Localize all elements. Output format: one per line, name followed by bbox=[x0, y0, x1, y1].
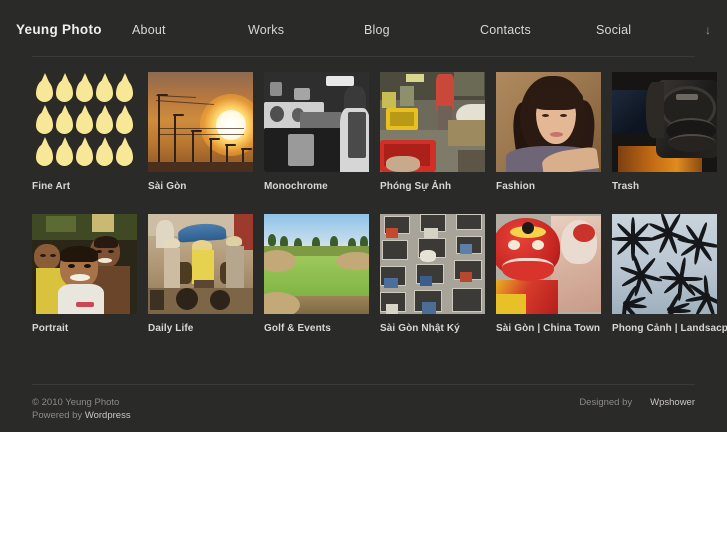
wpshower-link[interactable]: Wpshower bbox=[650, 397, 695, 408]
thumbnail-monochrome[interactable] bbox=[264, 72, 369, 172]
thumbnail-golf-events[interactable] bbox=[264, 214, 369, 314]
nav-item-blog[interactable]: Blog bbox=[364, 22, 390, 38]
site-brand[interactable]: Yeung Photo bbox=[16, 22, 102, 38]
gallery-item-phong-su-anh[interactable]: Phóng Sự Ảnh bbox=[380, 72, 485, 193]
thumbnail-trash[interactable] bbox=[612, 72, 717, 172]
gallery-caption[interactable]: Golf & Events bbox=[264, 323, 369, 335]
gallery-caption[interactable]: Fine Art bbox=[32, 181, 137, 193]
gallery-caption[interactable]: Sài Gòn | China Town bbox=[496, 323, 601, 335]
gallery-caption[interactable]: Sài Gòn bbox=[148, 181, 253, 193]
gallery-caption[interactable]: Sài Gòn Nhật Ký bbox=[380, 323, 485, 335]
gallery-row: Portrait Daily Life Golf & Events Sài Gò… bbox=[32, 214, 727, 356]
thumbnail-fine-art[interactable] bbox=[32, 72, 137, 172]
powered-by-label: Powered by bbox=[32, 410, 85, 421]
gallery-item-daily-life[interactable]: Daily Life bbox=[148, 214, 253, 335]
gallery-caption[interactable]: Fashion bbox=[496, 181, 601, 193]
gallery-caption[interactable]: Monochrome bbox=[264, 181, 369, 193]
thumbnail-sai-gon[interactable] bbox=[148, 72, 253, 172]
thumbnail-sai-gon-nhat-ky[interactable] bbox=[380, 214, 485, 314]
nav-item-social[interactable]: Social bbox=[596, 22, 631, 38]
gallery-caption[interactable]: Daily Life bbox=[148, 323, 253, 335]
footer-divider bbox=[32, 384, 695, 385]
gallery-item-fashion[interactable]: Fashion bbox=[496, 72, 601, 193]
designed-by-label: Designed by bbox=[579, 397, 633, 408]
nav-item-works[interactable]: Works bbox=[248, 22, 284, 38]
copyright-text: © 2010 Yeung Photo bbox=[32, 397, 120, 408]
gallery-caption[interactable]: Phóng Sự Ảnh bbox=[380, 181, 485, 193]
gallery-caption[interactable]: Portrait bbox=[32, 323, 137, 335]
wordpress-link[interactable]: Wordpress bbox=[85, 410, 131, 421]
powered-by-text: Powered by Wordpress bbox=[32, 409, 131, 422]
thumbnail-daily-life[interactable] bbox=[148, 214, 253, 314]
nav-item-about[interactable]: About bbox=[132, 22, 166, 38]
gallery-item-sai-gon[interactable]: Sài Gòn bbox=[148, 72, 253, 193]
gallery-item-trash[interactable]: Trash bbox=[612, 72, 717, 193]
thumbnail-china-town[interactable] bbox=[496, 214, 601, 314]
thumbnail-fashion[interactable] bbox=[496, 72, 601, 172]
page-background: Yeung Photo About Works Blog Contacts So… bbox=[0, 0, 727, 432]
gallery-item-fine-art[interactable]: Fine Art bbox=[32, 72, 137, 193]
thumbnail-portrait[interactable] bbox=[32, 214, 137, 314]
main-navigation: Yeung Photo About Works Blog Contacts So… bbox=[0, 22, 727, 56]
thumbnail-phong-su-anh[interactable] bbox=[380, 72, 485, 172]
footer-left: © 2010 Yeung Photo Powered by Wordpress bbox=[32, 396, 131, 422]
gallery-item-china-town[interactable]: Sài Gòn | China Town bbox=[496, 214, 601, 335]
gallery-row: Fine Art Sài Gòn Monochrome Phóng Sự Ảnh… bbox=[32, 72, 727, 214]
gallery-item-monochrome[interactable]: Monochrome bbox=[264, 72, 369, 193]
scroll-down-arrow-icon[interactable]: ↓ bbox=[705, 22, 711, 38]
gallery-caption[interactable]: Phong Cảnh | Landsacpe bbox=[612, 323, 727, 335]
gallery-item-golf-events[interactable]: Golf & Events bbox=[264, 214, 369, 335]
header-divider bbox=[32, 56, 695, 57]
gallery-item-portrait[interactable]: Portrait bbox=[32, 214, 137, 335]
thumbnail-phong-canh[interactable] bbox=[612, 214, 717, 314]
gallery-grid: Fine Art Sài Gòn Monochrome Phóng Sự Ảnh… bbox=[32, 72, 727, 356]
footer-right: Designed by Wpshower bbox=[579, 396, 695, 409]
gallery-item-phong-canh[interactable]: Phong Cảnh | Landsacpe bbox=[612, 214, 727, 335]
site-footer: © 2010 Yeung Photo Powered by Wordpress … bbox=[32, 396, 695, 426]
gallery-item-sai-gon-nhat-ky[interactable]: Sài Gòn Nhật Ký bbox=[380, 214, 485, 335]
gallery-caption[interactable]: Trash bbox=[612, 181, 717, 193]
nav-item-contacts[interactable]: Contacts bbox=[480, 22, 531, 38]
